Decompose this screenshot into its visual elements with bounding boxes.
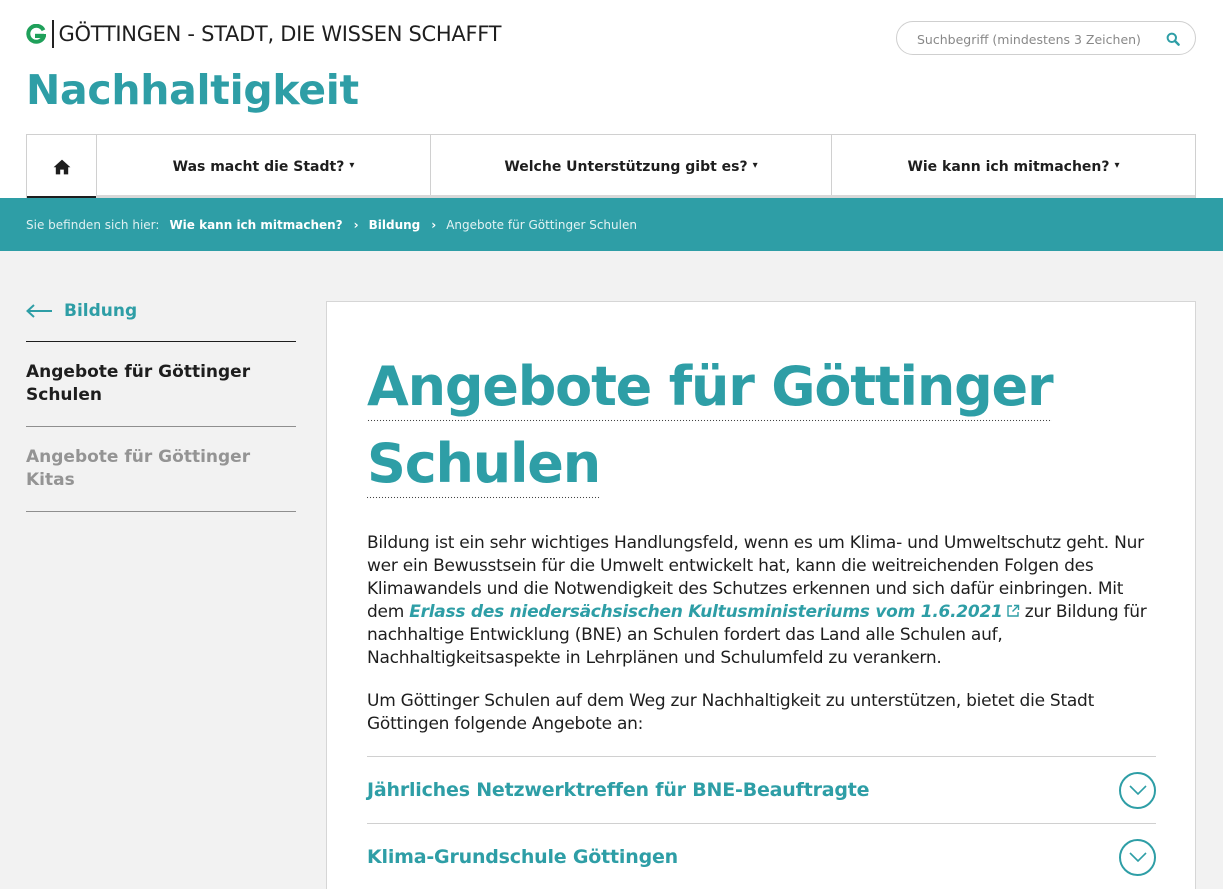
intro-paragraph: Bildung ist ein sehr wichtiges Handlungs… xyxy=(367,532,1156,670)
site-logo[interactable]: GÖTTINGEN - STADT, DIE WISSEN SCHAFFT xyxy=(26,20,501,48)
nav-home-button[interactable] xyxy=(27,135,97,199)
search-icon xyxy=(1166,32,1180,46)
breadcrumb-link-wie-kann-ich-mitmachen[interactable]: Wie kann ich mitmachen? xyxy=(169,218,342,232)
chevron-down-icon xyxy=(1128,785,1147,795)
site-header: GÖTTINGEN - STADT, DIE WISSEN SCHAFFT Na… xyxy=(0,0,1223,199)
external-link-icon xyxy=(1006,604,1019,617)
accordion-item-klima-grundschule[interactable]: Klima-Grundschule Göttingen xyxy=(367,824,1156,889)
caret-down-icon: ▾ xyxy=(752,160,758,171)
search-input[interactable] xyxy=(917,28,1147,50)
breadcrumb-separator-icon: › xyxy=(431,217,437,232)
nav-item-label: Was macht die Stadt? xyxy=(172,158,345,175)
breadcrumb-current: Angebote für Göttinger Schulen xyxy=(446,217,637,232)
nav-item-welche-unterstuetzung[interactable]: Welche Unterstützung gibt es? ▾ xyxy=(431,135,832,198)
sidebar: Bildung Angebote für Göttinger Schulen A… xyxy=(26,300,296,512)
main-navigation: Was macht die Stadt? ▾ Welche Unterstütz… xyxy=(26,134,1196,199)
page-title: Angebote für Göttinger Schulen xyxy=(367,348,1156,509)
breadcrumb: Sie befinden sich hier: Wie kann ich mit… xyxy=(0,198,1223,251)
breadcrumb-intro: Sie befinden sich hier: xyxy=(26,217,160,232)
main-content: Angebote für Göttinger Schulen Bildung i… xyxy=(326,301,1196,889)
home-icon xyxy=(53,159,70,174)
logo-divider xyxy=(52,20,54,48)
sidebar-back-link[interactable]: Bildung xyxy=(26,300,296,322)
accordion-item-netzwerktreffen[interactable]: Jährliches Netzwerktreffen für BNE-Beauf… xyxy=(367,757,1156,824)
page-title-text: Angebote für Göttinger Schulen xyxy=(367,355,1054,509)
search-box xyxy=(896,21,1196,55)
accordion-title: Jährliches Netzwerktreffen für BNE-Beauf… xyxy=(367,779,870,801)
search-button[interactable] xyxy=(1163,29,1183,49)
erlass-link[interactable]: Erlass des niedersächsischen Kultusminis… xyxy=(409,602,1019,622)
site-title[interactable]: Nachhaltigkeit xyxy=(26,66,359,114)
breadcrumb-separator-icon: › xyxy=(353,217,359,232)
breadcrumb-link-bildung[interactable]: Bildung xyxy=(369,218,421,232)
chevron-down-icon xyxy=(1128,852,1147,862)
erlass-link-label: Erlass des niedersächsischen Kultusminis… xyxy=(409,602,1003,622)
sidebar-item-schulen[interactable]: Angebote für Göttinger Schulen xyxy=(26,342,296,427)
caret-down-icon: ▾ xyxy=(349,160,355,171)
arrow-left-icon xyxy=(26,304,52,318)
goettingen-logo-g-icon xyxy=(26,24,46,44)
accordion-toggle-button[interactable] xyxy=(1119,771,1156,809)
sidebar-item-kitas[interactable]: Angebote für Göttinger Kitas xyxy=(26,427,296,512)
accordion-toggle-button[interactable] xyxy=(1119,838,1156,876)
caret-down-icon: ▾ xyxy=(1114,160,1120,171)
nav-item-label: Wie kann ich mitmachen? xyxy=(907,158,1110,175)
offers-paragraph: Um Göttinger Schulen auf dem Weg zur Nac… xyxy=(367,691,1095,734)
logo-wordmark: GÖTTINGEN - STADT, DIE WISSEN SCHAFFT xyxy=(58,22,502,46)
offers-accordion: Jährliches Netzwerktreffen für BNE-Beauf… xyxy=(367,756,1156,889)
accordion-title: Klima-Grundschule Göttingen xyxy=(367,846,678,868)
sidebar-back-label: Bildung xyxy=(64,301,138,321)
nav-item-label: Welche Unterstützung gibt es? xyxy=(504,158,748,175)
nav-item-wie-kann-ich-mitmachen[interactable]: Wie kann ich mitmachen? ▾ xyxy=(832,135,1195,198)
nav-item-was-macht-die-stadt[interactable]: Was macht die Stadt? ▾ xyxy=(97,135,431,198)
